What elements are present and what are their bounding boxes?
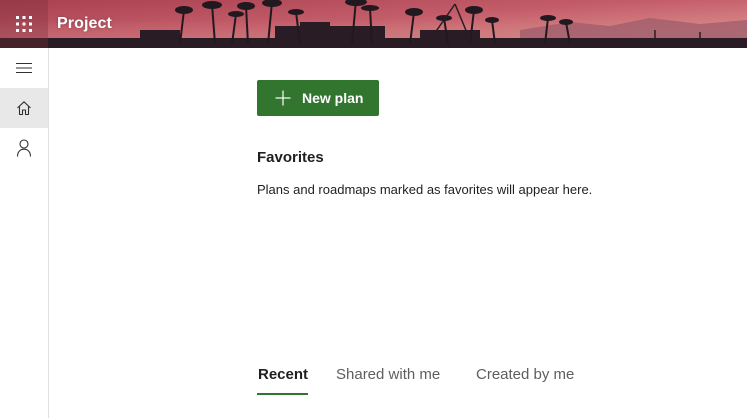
- home-icon: [17, 101, 31, 116]
- tab-created-by-me[interactable]: Created by me: [476, 362, 574, 396]
- hamburger-icon: [16, 63, 32, 73]
- app-launcher-button[interactable]: [0, 0, 48, 48]
- plus-icon: [275, 90, 291, 106]
- new-plan-button[interactable]: New plan: [257, 80, 379, 116]
- waffle-icon: [16, 16, 32, 32]
- favorites-empty-message: Plans and roadmaps marked as favorites w…: [257, 182, 593, 197]
- favorites-heading: Favorites: [257, 149, 324, 166]
- tab-shared-with-me[interactable]: Shared with me: [336, 362, 440, 396]
- nav-home-button[interactable]: [0, 88, 48, 128]
- nav-people-button[interactable]: [0, 128, 48, 168]
- selected-tab-indicator: [257, 393, 308, 395]
- app-header: Project: [0, 0, 747, 48]
- left-nav-rail: [0, 48, 49, 418]
- new-plan-label: New plan: [302, 90, 364, 106]
- header-banner-image: [0, 0, 747, 48]
- app-title[interactable]: Project: [57, 0, 112, 48]
- collapse-nav-button[interactable]: [0, 48, 48, 88]
- tab-recent[interactable]: Recent: [258, 362, 308, 396]
- person-icon: [16, 139, 32, 157]
